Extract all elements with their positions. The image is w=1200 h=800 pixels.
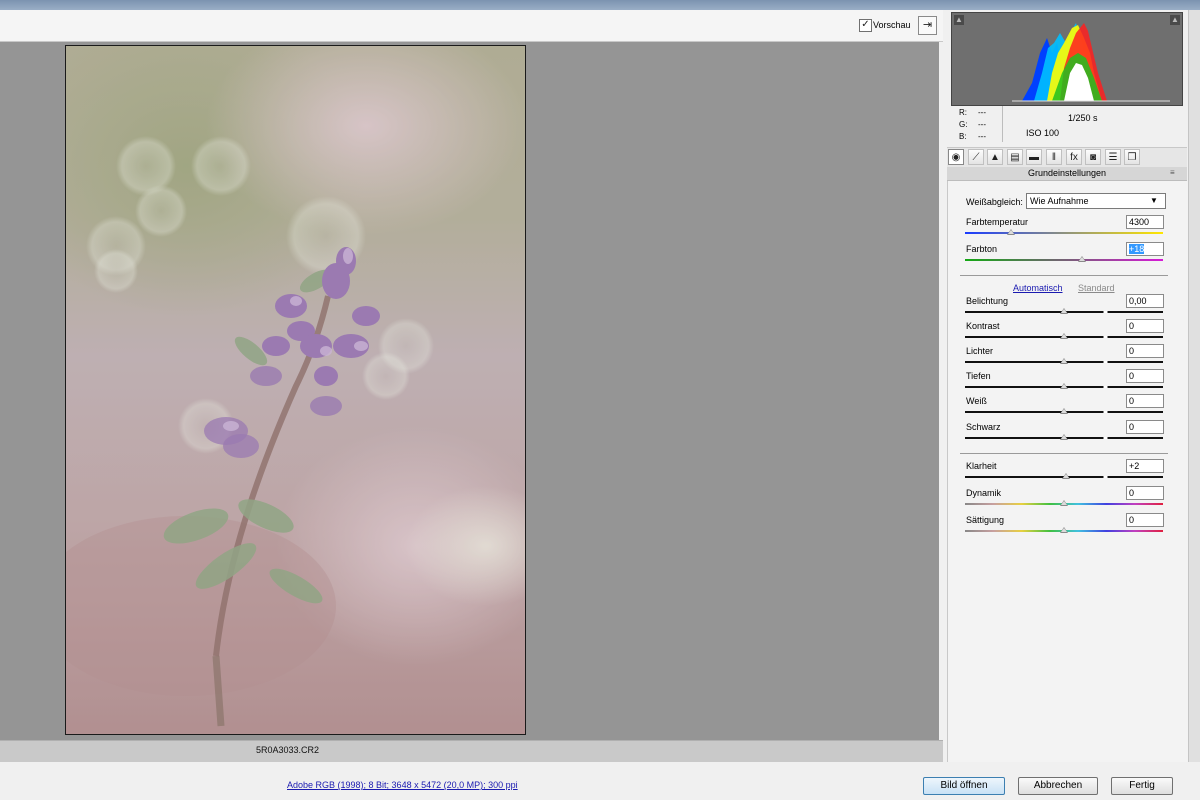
temperature-value-text: 4300 xyxy=(1129,217,1150,227)
temperature-label: Farbtemperatur xyxy=(966,217,1029,227)
temperature-value-field[interactable]: 4300 xyxy=(1126,215,1164,229)
shutter-speed: 1/250 s xyxy=(1068,113,1098,123)
exposure-value-text: 0,00 xyxy=(1129,296,1147,306)
r-label: R: xyxy=(959,108,967,117)
exposure-label: Belichtung xyxy=(966,296,1009,306)
g-value: --- xyxy=(978,120,986,129)
highlights-label: Lichter xyxy=(966,346,994,356)
open-image-button[interactable]: Bild öffnen xyxy=(923,777,1005,795)
panel-menu-icon[interactable]: ≡ xyxy=(1170,168,1175,177)
vibrance-label: Dynamik xyxy=(966,488,1002,498)
section-divider xyxy=(960,453,1168,454)
done-button[interactable]: Fertig xyxy=(1111,777,1173,795)
clarity-value-text: +2 xyxy=(1129,461,1140,471)
shadows-slider-thumb[interactable] xyxy=(1060,383,1068,389)
vibrance-value-field[interactable]: 0 xyxy=(1126,486,1164,500)
histogram: ▲ ▲ xyxy=(951,12,1183,106)
clarity-slider-thumb[interactable] xyxy=(1062,473,1070,479)
tint-label: Farbton xyxy=(966,244,998,254)
saturation-value-field[interactable]: 0 xyxy=(1126,513,1164,527)
presets-icon[interactable]: ☰ xyxy=(1105,149,1121,165)
vibrance-value-text: 0 xyxy=(1129,488,1135,498)
contrast-value-text: 0 xyxy=(1129,321,1135,331)
contrast-label: Kontrast xyxy=(966,321,1000,331)
vibrance-slider-thumb[interactable] xyxy=(1060,500,1068,506)
blacks-value-text: 0 xyxy=(1129,422,1135,432)
shadows-value-text: 0 xyxy=(1129,371,1135,381)
tint-slider-thumb[interactable] xyxy=(1078,256,1086,262)
section-title: Grundeinstellungen xyxy=(947,167,1187,181)
whites-slider-thumb[interactable] xyxy=(1060,408,1068,414)
workflow-options-link[interactable]: Adobe RGB (1998); 8 Bit; 3648 x 5472 (20… xyxy=(287,780,518,790)
temperature-slider-thumb[interactable] xyxy=(1007,229,1015,235)
whites-value-text: 0 xyxy=(1129,396,1135,406)
detail-icon[interactable]: ▲ xyxy=(987,149,1003,165)
shadow-clipping-warning-icon[interactable]: ▲ xyxy=(954,15,964,25)
saturation-value-text: 0 xyxy=(1129,515,1135,525)
auto-link[interactable]: Automatisch xyxy=(1013,283,1063,293)
clarity-value-field[interactable]: +2 xyxy=(1126,459,1164,473)
blacks-label: Schwarz xyxy=(966,422,1001,432)
panel-scrollbar[interactable] xyxy=(1188,10,1200,762)
g-label: G: xyxy=(959,120,968,129)
fullscreen-toggle-icon[interactable]: ⇥ xyxy=(918,16,937,35)
shadows-value-field[interactable]: 0 xyxy=(1126,369,1164,383)
tone-curve-icon[interactable]: ⟋ xyxy=(968,149,984,165)
blacks-slider-thumb[interactable] xyxy=(1060,434,1068,440)
highlight-clipping-warning-icon[interactable]: ▲ xyxy=(1170,15,1180,25)
hsl-icon[interactable]: ▤ xyxy=(1007,149,1023,165)
filename-bar xyxy=(0,740,943,763)
b-label: B: xyxy=(959,132,967,141)
cancel-button[interactable]: Abbrechen xyxy=(1018,777,1098,795)
whites-value-field[interactable]: 0 xyxy=(1126,394,1164,408)
r-value: --- xyxy=(978,108,986,117)
highlights-slider-thumb[interactable] xyxy=(1060,358,1068,364)
highlights-value-text: 0 xyxy=(1129,346,1135,356)
preview-toolbar xyxy=(0,10,943,42)
photo-preview xyxy=(65,45,526,735)
contrast-value-field[interactable]: 0 xyxy=(1126,319,1164,333)
whites-label: Weiß xyxy=(966,396,987,406)
temperature-slider-track[interactable] xyxy=(965,232,1163,234)
section-divider xyxy=(960,275,1168,276)
dropdown-arrow-icon[interactable]: ▼ xyxy=(1150,196,1158,205)
tint-slider-track[interactable] xyxy=(965,259,1163,261)
clarity-label: Klarheit xyxy=(966,461,997,471)
b-value: --- xyxy=(978,132,986,141)
basic-icon[interactable]: ◉ xyxy=(948,149,964,165)
iso-value: ISO 100 xyxy=(1026,128,1060,138)
filename-label: 5R0A3033.CR2 xyxy=(256,745,320,755)
contrast-slider-thumb[interactable] xyxy=(1060,333,1068,339)
white-balance-label: Weißabgleich: xyxy=(966,197,1023,207)
exposure-value-field[interactable]: 0,00 xyxy=(1126,294,1164,308)
effects-icon[interactable]: fx xyxy=(1066,149,1082,165)
lens-corrections-icon[interactable]: ‖ xyxy=(1046,149,1062,165)
tint-value-field[interactable]: +18 xyxy=(1126,242,1164,256)
window-title-strip xyxy=(0,0,1200,10)
preview-label: Vorschau xyxy=(873,20,911,30)
readout-divider xyxy=(1002,106,1003,142)
shadows-label: Tiefen xyxy=(966,371,991,381)
preview-checkbox[interactable]: ✓ xyxy=(859,19,872,32)
saturation-slider-thumb[interactable] xyxy=(1060,527,1068,533)
split-toning-icon[interactable]: ▬ xyxy=(1026,149,1042,165)
standard-link[interactable]: Standard xyxy=(1078,283,1115,293)
saturation-label: Sättigung xyxy=(966,515,1005,525)
exposure-slider-thumb[interactable] xyxy=(1060,308,1068,314)
camera-calibration-icon[interactable]: ◙ xyxy=(1085,149,1101,165)
highlights-value-field[interactable]: 0 xyxy=(1126,344,1164,358)
snapshots-icon[interactable]: ❐ xyxy=(1124,149,1140,165)
white-balance-select[interactable]: Wie Aufnahme xyxy=(1026,193,1166,209)
blacks-value-field[interactable]: 0 xyxy=(1126,420,1164,434)
tint-value-text: +18 xyxy=(1129,244,1145,254)
